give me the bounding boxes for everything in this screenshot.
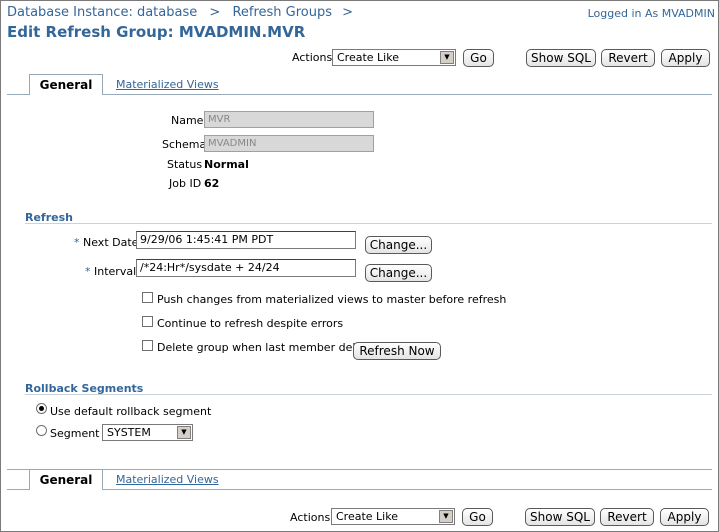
status-value: Normal — [204, 158, 249, 171]
required-marker: * — [85, 265, 91, 278]
default-rollback-label: Use default rollback segment — [50, 405, 212, 418]
revert-button[interactable]: Revert — [600, 508, 654, 526]
revert-button[interactable]: Revert — [601, 49, 655, 67]
job-id-value: 62 — [204, 177, 220, 190]
show-sql-button[interactable]: Show SQL — [526, 49, 596, 67]
page-title: Edit Refresh Group: MVADMIN.MVR — [7, 23, 306, 41]
schema-label: Schema — [162, 138, 207, 151]
go-button[interactable]: Go — [462, 508, 493, 526]
section-divider — [25, 394, 712, 395]
next-date-label: * Next Date — [74, 236, 138, 249]
job-id-label: Job ID — [169, 177, 202, 190]
actions-label: Actions — [292, 51, 333, 64]
push-changes-label: Push changes from materialized views to … — [157, 293, 507, 306]
actions-select-value: Create Like — [337, 51, 399, 64]
tab-bar-divider — [7, 94, 712, 95]
next-date-change-button[interactable]: Change... — [365, 236, 432, 254]
segment-label: Segment — [50, 427, 100, 440]
schema-field: MVADMIN — [204, 135, 374, 152]
actions-select[interactable]: Create Like ▼ — [332, 49, 456, 66]
apply-button[interactable]: Apply — [660, 508, 709, 526]
section-divider — [25, 223, 712, 224]
breadcrumb-refresh-groups-link[interactable]: Refresh Groups — [232, 5, 332, 20]
breadcrumb-database-link[interactable]: Database Instance: database — [7, 5, 197, 20]
default-rollback-radio[interactable] — [36, 403, 47, 414]
segment-select-value: SYSTEM — [107, 426, 151, 439]
refresh-now-button[interactable]: Refresh Now — [353, 342, 441, 360]
actions-select[interactable]: Create Like ▼ — [331, 508, 455, 525]
tab-materialized-views[interactable]: Materialized Views — [116, 473, 219, 486]
segment-radio[interactable] — [36, 425, 47, 436]
tab-general[interactable]: General — [29, 469, 103, 490]
breadcrumb-separator: > — [209, 5, 221, 20]
next-date-input[interactable]: 9/29/06 1:45:41 PM PDT — [136, 231, 356, 249]
continue-refresh-checkbox[interactable] — [142, 316, 153, 327]
interval-change-button[interactable]: Change... — [365, 264, 432, 282]
segment-select[interactable]: SYSTEM ▼ — [102, 424, 193, 441]
window: Database Instance: database > Refresh Gr… — [0, 0, 719, 532]
go-button[interactable]: Go — [463, 49, 494, 67]
show-sql-button[interactable]: Show SQL — [525, 508, 595, 526]
tab-bar-divider — [7, 469, 712, 470]
chevron-down-icon: ▼ — [440, 51, 454, 64]
required-marker: * — [74, 236, 80, 249]
apply-button[interactable]: Apply — [661, 49, 710, 67]
chevron-down-icon: ▼ — [439, 510, 453, 523]
actions-select-value: Create Like — [336, 510, 398, 523]
interval-label-text: Interval — [94, 265, 137, 278]
delete-group-checkbox[interactable] — [142, 340, 153, 351]
push-changes-checkbox[interactable] — [142, 292, 153, 303]
name-label: Name — [171, 114, 204, 127]
actions-label: Actions — [290, 511, 331, 524]
interval-input[interactable]: /*24:Hr*/sysdate + 24/24 — [136, 259, 356, 277]
delete-group-label: Delete group when last member deleted — [157, 341, 381, 354]
login-status: Logged in As MVADMIN — [587, 7, 715, 20]
tab-bar-divider — [7, 489, 712, 490]
status-label: Status — [167, 158, 203, 171]
tab-materialized-views[interactable]: Materialized Views — [116, 78, 219, 91]
breadcrumb-separator: > — [342, 5, 354, 20]
tab-general[interactable]: General — [29, 74, 103, 95]
chevron-down-icon: ▼ — [177, 426, 191, 439]
interval-label: * Interval — [85, 265, 136, 278]
breadcrumb: Database Instance: database > Refresh Gr… — [7, 5, 359, 20]
continue-refresh-label: Continue to refresh despite errors — [157, 317, 344, 330]
name-field: MVR — [204, 111, 374, 128]
next-date-label-text: Next Date — [83, 236, 139, 249]
